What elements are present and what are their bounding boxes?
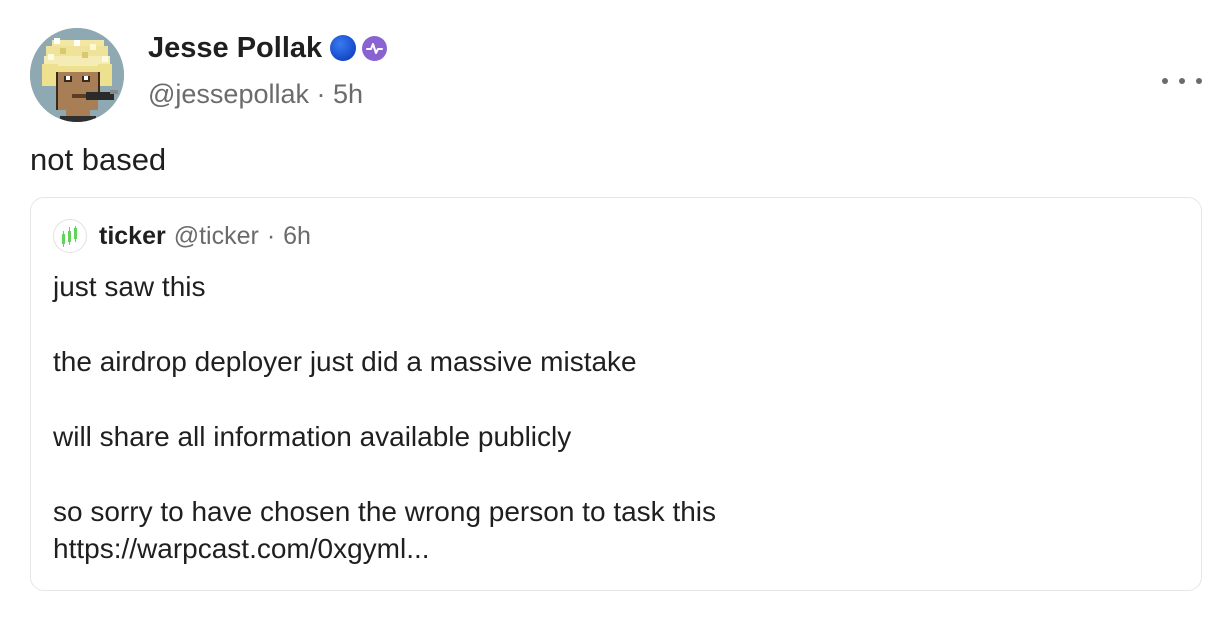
quoted-cast-card[interactable]: ticker @ticker · 6h just saw this the ai… bbox=[30, 197, 1202, 591]
author-handle-time: @jessepollak · 5h bbox=[148, 76, 363, 112]
separator-dot: · bbox=[266, 222, 276, 250]
cast-text: not based bbox=[30, 142, 167, 177]
more-options-button[interactable] bbox=[1162, 66, 1202, 96]
quoted-cast-body: just saw this the airdrop deployer just … bbox=[53, 268, 1173, 567]
quoted-text-line: so sorry to have chosen the wrong person… bbox=[53, 496, 717, 527]
quoted-text-line: just saw this bbox=[53, 271, 206, 302]
quoted-author-name[interactable]: ticker bbox=[99, 218, 166, 254]
power-badge-icon bbox=[362, 35, 388, 61]
pixel-punk-avatar-image bbox=[30, 28, 124, 122]
quoted-cast-header: ticker @ticker · 6h bbox=[53, 218, 311, 254]
quoted-link[interactable]: https://warpcast.com/0xgyml... bbox=[53, 530, 1173, 567]
more-horizontal-icon-dot bbox=[1179, 78, 1185, 84]
quoted-cast-timestamp[interactable]: 6h bbox=[283, 218, 311, 254]
cast-timestamp[interactable]: 5h bbox=[333, 79, 363, 109]
more-horizontal-icon-dot bbox=[1196, 78, 1202, 84]
candlestick-chart-icon[interactable] bbox=[53, 219, 87, 253]
separator-dot: · bbox=[316, 79, 326, 109]
quoted-text-line: the airdrop deployer just did a massive … bbox=[53, 346, 637, 377]
author-avatar[interactable] bbox=[30, 28, 124, 122]
author-handle[interactable]: @jessepollak bbox=[148, 79, 309, 109]
quoted-author-handle[interactable]: @ticker bbox=[174, 218, 259, 254]
quoted-text-line: will share all information available pub… bbox=[53, 421, 572, 452]
more-horizontal-icon-dot bbox=[1162, 78, 1168, 84]
author-display-name[interactable]: Jesse Pollak bbox=[148, 30, 322, 66]
author-name-row: Jesse Pollak bbox=[148, 30, 388, 66]
blue-circle-icon bbox=[330, 35, 357, 61]
cast-card[interactable]: Jesse Pollak @jessepollak · 5h not based bbox=[0, 0, 1232, 618]
